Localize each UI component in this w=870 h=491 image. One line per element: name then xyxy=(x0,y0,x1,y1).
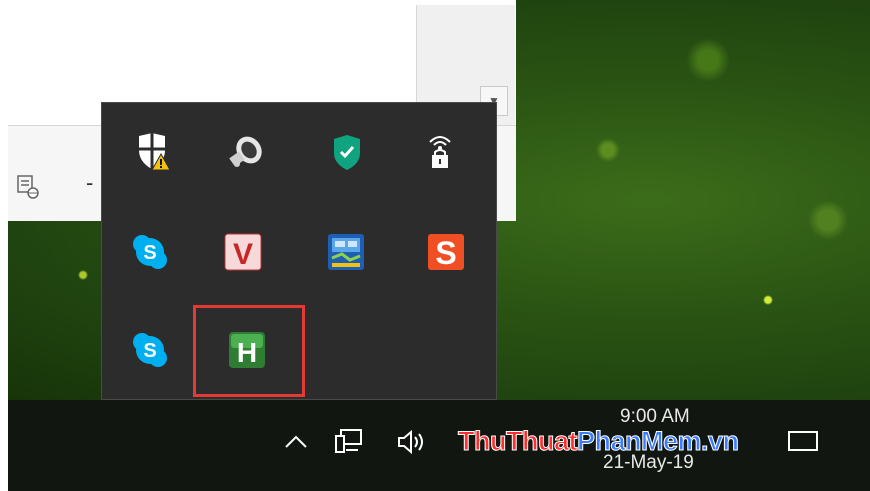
left-edge xyxy=(0,0,8,491)
highlight-box xyxy=(193,305,305,397)
watermark-part-mem: Mem xyxy=(640,426,702,457)
svg-text:S: S xyxy=(143,242,156,264)
skype-icon[interactable]: S xyxy=(130,232,170,272)
document-globe-icon[interactable] xyxy=(16,174,46,204)
network-icon[interactable] xyxy=(334,428,364,461)
svg-text:V: V xyxy=(233,238,253,271)
watermark-part-vn: .vn xyxy=(701,426,740,457)
watermark-part-thuat: Thuat xyxy=(505,426,578,457)
minimize-button[interactable]: - xyxy=(86,170,93,196)
speaker-icon[interactable] xyxy=(225,132,265,172)
kaspersky-icon[interactable] xyxy=(327,132,367,172)
svg-text:S: S xyxy=(435,235,456,271)
taskbar xyxy=(8,400,870,491)
skype-icon[interactable]: S xyxy=(130,330,170,370)
volume-icon[interactable] xyxy=(396,428,430,461)
windows-security-warning-icon[interactable] xyxy=(134,132,174,172)
v-app-icon[interactable]: V xyxy=(223,232,263,272)
vpn-lock-icon[interactable] xyxy=(420,132,460,172)
svg-text:S: S xyxy=(143,340,156,362)
watermark-part-thu: Thu xyxy=(458,426,507,457)
network-tool-icon[interactable] xyxy=(326,232,366,272)
show-hidden-icons-chevron-icon[interactable] xyxy=(282,430,310,457)
watermark-part-phan: Phan xyxy=(576,426,642,457)
action-center-icon[interactable] xyxy=(786,428,820,461)
clock-time[interactable]: 9:00 AM xyxy=(620,406,690,428)
s-app-icon[interactable]: S xyxy=(426,232,466,272)
watermark: ThuThuatPhanMem.vn xyxy=(458,426,740,457)
